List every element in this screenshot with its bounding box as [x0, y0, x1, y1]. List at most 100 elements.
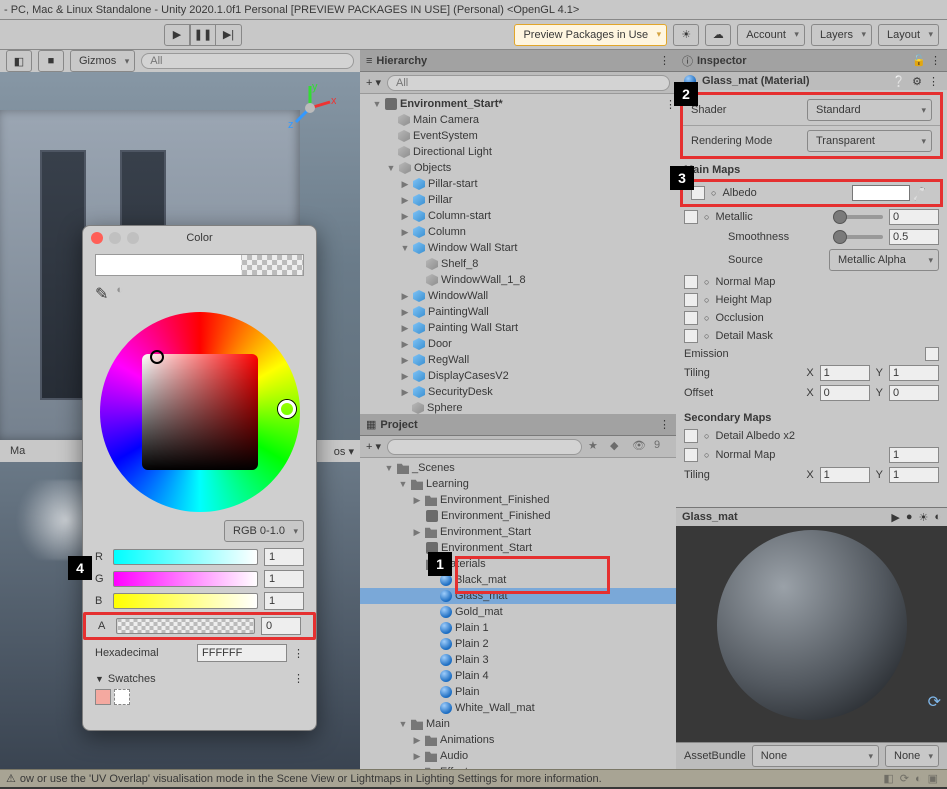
preview-env-icon[interactable]: ◐ [934, 511, 941, 523]
b-value[interactable] [264, 592, 304, 610]
scene-root[interactable]: Environment_Start* [400, 98, 503, 110]
project-item[interactable]: _Scenes [412, 462, 455, 474]
hierarchy-tree[interactable]: ▼Environment_Start*⋮ Main Camera EventSy… [360, 94, 676, 414]
g-value[interactable] [264, 570, 304, 588]
tiling2-y[interactable] [889, 467, 939, 483]
metallic-slider[interactable]: .ms-m::after{left:-2px} [833, 215, 883, 219]
hierarchy-item[interactable]: DisplayCasesV2 [428, 370, 509, 382]
picker-mode-icon[interactable]: ◐ [116, 284, 123, 296]
hierarchy-item[interactable]: Pillar [428, 194, 452, 206]
smoothness-source-dropdown[interactable]: Metallic Alpha [829, 249, 939, 271]
occlusion-map-slot[interactable] [684, 311, 698, 325]
shader-dropdown[interactable]: Standard [807, 99, 932, 121]
r-slider[interactable] [113, 549, 258, 565]
hierarchy-item[interactable]: Column [428, 226, 466, 238]
project-item[interactable]: Environment_Start [440, 526, 531, 538]
tiling-y[interactable] [889, 365, 939, 381]
eyedropper-icon[interactable]: ✎ [95, 284, 108, 304]
gizmos-dropdown[interactable]: Gizmos [70, 50, 135, 72]
panel-menu-icon[interactable]: ⋮ [930, 54, 941, 67]
statusbar-icon-2[interactable]: ⟳ [900, 772, 909, 785]
2d-toggle[interactable]: ■ [38, 50, 64, 72]
hierarchy-item[interactable]: WindowWall [428, 290, 488, 302]
a-value[interactable] [261, 617, 301, 635]
hex-input[interactable] [197, 644, 287, 662]
statusbar-icon-1[interactable]: ◧ [883, 772, 893, 785]
shading-mode-button[interactable]: ◧ [6, 50, 32, 72]
project-item[interactable]: Plain 3 [455, 654, 489, 666]
lock-icon[interactable]: 🔓 [912, 54, 926, 67]
panel-menu-icon[interactable]: ⋮ [659, 54, 670, 67]
layers-dropdown[interactable]: Layers [811, 24, 872, 46]
sv-marker[interactable] [278, 400, 296, 418]
hierarchy-item[interactable]: RegWall [428, 354, 469, 366]
color-picker-titlebar[interactable]: Color [83, 226, 316, 250]
color-mode-dropdown[interactable]: RGB 0-1.0 [224, 520, 304, 542]
color-wheel[interactable] [100, 312, 300, 512]
emission-checkbox[interactable] [925, 347, 939, 361]
normal-map-slot[interactable] [684, 275, 698, 289]
metallic-map-slot[interactable] [684, 210, 698, 224]
hierarchy-tab[interactable]: ≡ Hierarchy ⋮ [360, 50, 676, 72]
cloud-icon[interactable]: ☁ [705, 24, 731, 46]
preview-play-icon[interactable]: ▶ [891, 511, 899, 524]
pause-button[interactable]: ❚❚ [190, 24, 216, 46]
b-slider[interactable] [113, 593, 258, 609]
services-icon[interactable]: ☀ [673, 24, 699, 46]
hue-marker[interactable] [150, 350, 164, 364]
inspector-tab[interactable]: ⓘ Inspector 🔓⋮ [676, 50, 947, 72]
swatch-add[interactable] [114, 689, 130, 705]
create-button[interactable]: + ▾ [366, 440, 381, 453]
hierarchy-item[interactable]: PaintingWall [428, 306, 489, 318]
window-controls[interactable] [91, 232, 139, 244]
secondary-normal-value[interactable] [889, 447, 939, 463]
color-picker-window[interactable]: Color ✎ ◐ RGB 0-1.0 R G [82, 225, 317, 731]
r-value[interactable] [264, 548, 304, 566]
preview-packages-button[interactable]: Preview Packages in Use [514, 24, 667, 46]
filter-type-icon[interactable]: ◆ [610, 439, 626, 455]
refresh-icon[interactable]: ⟳ [928, 692, 941, 712]
panel-menu-icon[interactable]: ⋮ [659, 418, 670, 431]
tiling2-x[interactable] [820, 467, 870, 483]
layout-dropdown[interactable]: Layout [878, 24, 939, 46]
detail-albedo-slot[interactable] [684, 429, 698, 443]
hierarchy-item[interactable]: WindowWall_1_8 [441, 274, 526, 286]
project-item[interactable]: Effects [440, 766, 473, 769]
project-item[interactable]: Plain [455, 686, 479, 698]
tiling-x[interactable] [820, 365, 870, 381]
secondary-normal-slot[interactable] [684, 448, 698, 462]
project-search[interactable] [387, 439, 582, 455]
project-item[interactable]: Plain 4 [455, 670, 489, 682]
swatch-1[interactable] [95, 689, 111, 705]
step-button[interactable]: ▶| [216, 24, 242, 46]
close-icon[interactable] [91, 232, 103, 244]
hierarchy-item[interactable]: Main Camera [413, 114, 479, 126]
hierarchy-item[interactable]: Column-start [428, 210, 491, 222]
offset-x[interactable] [820, 385, 870, 401]
hierarchy-item[interactable]: Objects [414, 162, 451, 174]
project-item[interactable]: Animations [440, 734, 494, 746]
statusbar-icon-4[interactable]: ▣ [928, 772, 938, 785]
a-slider[interactable] [116, 618, 255, 634]
assetbundle-variant-dropdown[interactable]: None [885, 745, 939, 767]
preview-light-icon[interactable]: ☀ [918, 511, 928, 524]
hierarchy-item[interactable]: SecurityDesk [428, 386, 493, 398]
project-item[interactable]: Environment_Start [441, 542, 532, 554]
hierarchy-item[interactable]: Shelf_8 [441, 258, 478, 270]
orientation-gizmo[interactable]: x y z [284, 82, 336, 134]
hex-menu-icon[interactable]: ⋮ [293, 647, 304, 660]
create-button[interactable]: + ▾ [366, 76, 381, 89]
account-dropdown[interactable]: Account [737, 24, 805, 46]
project-item[interactable]: Audio [440, 750, 468, 762]
project-item[interactable]: Learning [426, 478, 469, 490]
help-icon[interactable]: ❔ [892, 75, 906, 88]
smoothness-value[interactable] [889, 229, 939, 245]
hierarchy-item[interactable]: EventSystem [413, 130, 478, 142]
hierarchy-item[interactable]: Pillar-start [428, 178, 478, 190]
material-preview[interactable]: Glass_mat ▶ ● ☀ ◐ ⟳ [676, 507, 947, 742]
swatches-toggle[interactable]: ▼ [95, 674, 104, 684]
hierarchy-item[interactable]: Door [428, 338, 452, 350]
hierarchy-item[interactable]: Window Wall Start [428, 242, 517, 254]
preset-icon[interactable]: ⚙ [912, 75, 922, 88]
metallic-value[interactable] [889, 209, 939, 225]
